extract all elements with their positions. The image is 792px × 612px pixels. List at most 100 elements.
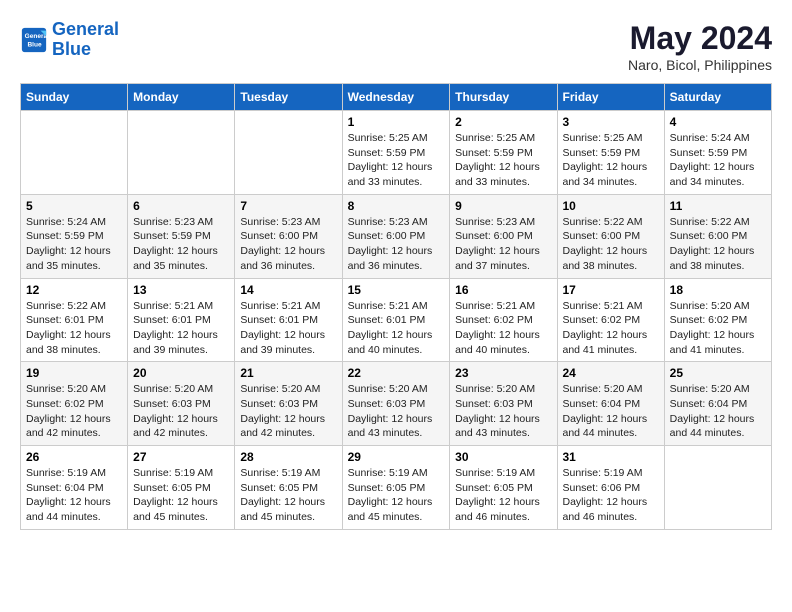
calendar-week-row: 19 Sunrise: 5:20 AM Sunset: 6:02 PM Dayli… (21, 362, 772, 446)
calendar-cell: 3 Sunrise: 5:25 AM Sunset: 5:59 PM Daylig… (557, 111, 664, 195)
calendar-table: SundayMondayTuesdayWednesdayThursdayFrid… (20, 83, 772, 530)
calendar-cell: 1 Sunrise: 5:25 AM Sunset: 5:59 PM Daylig… (342, 111, 450, 195)
day-number: 16 (455, 283, 551, 297)
day-info: Sunrise: 5:20 AM Sunset: 6:04 PM Dayligh… (670, 382, 766, 441)
day-info: Sunrise: 5:21 AM Sunset: 6:01 PM Dayligh… (133, 299, 229, 358)
day-number: 12 (26, 283, 122, 297)
day-info: Sunrise: 5:21 AM Sunset: 6:02 PM Dayligh… (455, 299, 551, 358)
weekday-header: Friday (557, 84, 664, 111)
day-info: Sunrise: 5:23 AM Sunset: 5:59 PM Dayligh… (133, 215, 229, 274)
day-info: Sunrise: 5:23 AM Sunset: 6:00 PM Dayligh… (240, 215, 336, 274)
calendar-cell: 5 Sunrise: 5:24 AM Sunset: 5:59 PM Daylig… (21, 194, 128, 278)
svg-text:Blue: Blue (27, 41, 41, 48)
logo-icon: General Blue (20, 26, 48, 54)
calendar-week-row: 26Sunrise: 5:19 AM Sunset: 6:04 PM Dayli… (21, 446, 772, 530)
logo: General Blue General Blue (20, 20, 119, 60)
day-info: Sunrise: 5:20 AM Sunset: 6:03 PM Dayligh… (240, 382, 336, 441)
weekday-header: Tuesday (235, 84, 342, 111)
day-number: 31 (563, 450, 659, 464)
calendar-cell: 12 Sunrise: 5:22 AM Sunset: 6:01 PM Dayli… (21, 278, 128, 362)
logo-text: General (52, 20, 119, 40)
day-number: 3 (563, 115, 659, 129)
day-info: Sunrise: 5:20 AM Sunset: 6:02 PM Dayligh… (26, 382, 122, 441)
day-number: 19 (26, 366, 122, 380)
day-number: 7 (240, 199, 336, 213)
calendar-cell: 26Sunrise: 5:19 AM Sunset: 6:04 PM Dayli… (21, 446, 128, 530)
day-info: Sunrise: 5:20 AM Sunset: 6:02 PM Dayligh… (670, 299, 766, 358)
calendar-week-row: 12 Sunrise: 5:22 AM Sunset: 6:01 PM Dayli… (21, 278, 772, 362)
day-info: Sunrise: 5:19 AM Sunset: 6:05 PM Dayligh… (133, 466, 229, 525)
logo-text2: Blue (52, 40, 119, 60)
calendar-cell (21, 111, 128, 195)
calendar-cell: 21 Sunrise: 5:20 AM Sunset: 6:03 PM Dayli… (235, 362, 342, 446)
day-number: 8 (348, 199, 445, 213)
calendar-cell: 28 Sunrise: 5:19 AM Sunset: 6:05 PM Dayli… (235, 446, 342, 530)
day-info: Sunrise: 5:20 AM Sunset: 6:03 PM Dayligh… (133, 382, 229, 441)
calendar-cell: 9Sunrise: 5:23 AM Sunset: 6:00 PM Daylig… (450, 194, 557, 278)
day-number: 23 (455, 366, 551, 380)
calendar-cell: 8 Sunrise: 5:23 AM Sunset: 6:00 PM Daylig… (342, 194, 450, 278)
day-number: 21 (240, 366, 336, 380)
calendar-cell: 18 Sunrise: 5:20 AM Sunset: 6:02 PM Dayli… (664, 278, 771, 362)
day-info: Sunrise: 5:25 AM Sunset: 5:59 PM Dayligh… (348, 131, 445, 190)
day-info: Sunrise: 5:22 AM Sunset: 6:00 PM Dayligh… (670, 215, 766, 274)
calendar-cell: 13 Sunrise: 5:21 AM Sunset: 6:01 PM Dayli… (128, 278, 235, 362)
day-info: Sunrise: 5:23 AM Sunset: 6:00 PM Dayligh… (348, 215, 445, 274)
calendar-cell: 31 Sunrise: 5:19 AM Sunset: 6:06 PM Dayli… (557, 446, 664, 530)
calendar-cell: 16 Sunrise: 5:21 AM Sunset: 6:02 PM Dayli… (450, 278, 557, 362)
weekday-header: Saturday (664, 84, 771, 111)
day-number: 4 (670, 115, 766, 129)
day-number: 20 (133, 366, 229, 380)
day-info: Sunrise: 5:22 AM Sunset: 6:01 PM Dayligh… (26, 299, 122, 358)
day-info: Sunrise: 5:21 AM Sunset: 6:01 PM Dayligh… (348, 299, 445, 358)
calendar-cell: 11 Sunrise: 5:22 AM Sunset: 6:00 PM Dayli… (664, 194, 771, 278)
calendar-week-row: 5 Sunrise: 5:24 AM Sunset: 5:59 PM Daylig… (21, 194, 772, 278)
day-number: 11 (670, 199, 766, 213)
day-info: Sunrise: 5:25 AM Sunset: 5:59 PM Dayligh… (563, 131, 659, 190)
day-info: Sunrise: 5:19 AM Sunset: 6:06 PM Dayligh… (563, 466, 659, 525)
day-number: 27 (133, 450, 229, 464)
calendar-week-row: 1 Sunrise: 5:25 AM Sunset: 5:59 PM Daylig… (21, 111, 772, 195)
day-number: 30 (455, 450, 551, 464)
calendar-cell: 15 Sunrise: 5:21 AM Sunset: 6:01 PM Dayli… (342, 278, 450, 362)
day-number: 15 (348, 283, 445, 297)
title-block: May 2024 Naro, Bicol, Philippines (628, 20, 772, 73)
calendar-cell: 20 Sunrise: 5:20 AM Sunset: 6:03 PM Dayli… (128, 362, 235, 446)
day-info: Sunrise: 5:22 AM Sunset: 6:00 PM Dayligh… (563, 215, 659, 274)
calendar-cell: 30Sunrise: 5:19 AM Sunset: 6:05 PM Dayli… (450, 446, 557, 530)
calendar-cell: 17Sunrise: 5:21 AM Sunset: 6:02 PM Dayli… (557, 278, 664, 362)
weekday-header: Thursday (450, 84, 557, 111)
day-info: Sunrise: 5:21 AM Sunset: 6:01 PM Dayligh… (240, 299, 336, 358)
day-number: 14 (240, 283, 336, 297)
calendar-cell (128, 111, 235, 195)
day-number: 17 (563, 283, 659, 297)
page-header: General Blue General Blue May 2024 Naro,… (20, 20, 772, 73)
calendar-cell: 23 Sunrise: 5:20 AM Sunset: 6:03 PM Dayli… (450, 362, 557, 446)
day-number: 13 (133, 283, 229, 297)
calendar-cell: 25Sunrise: 5:20 AM Sunset: 6:04 PM Dayli… (664, 362, 771, 446)
day-number: 2 (455, 115, 551, 129)
calendar-cell: 14 Sunrise: 5:21 AM Sunset: 6:01 PM Dayli… (235, 278, 342, 362)
day-info: Sunrise: 5:20 AM Sunset: 6:03 PM Dayligh… (455, 382, 551, 441)
day-info: Sunrise: 5:24 AM Sunset: 5:59 PM Dayligh… (26, 215, 122, 274)
day-number: 6 (133, 199, 229, 213)
day-info: Sunrise: 5:19 AM Sunset: 6:05 PM Dayligh… (348, 466, 445, 525)
day-info: Sunrise: 5:19 AM Sunset: 6:05 PM Dayligh… (240, 466, 336, 525)
day-number: 9 (455, 199, 551, 213)
day-number: 5 (26, 199, 122, 213)
day-number: 1 (348, 115, 445, 129)
location: Naro, Bicol, Philippines (628, 57, 772, 73)
day-number: 24 (563, 366, 659, 380)
calendar-cell: 10Sunrise: 5:22 AM Sunset: 6:00 PM Dayli… (557, 194, 664, 278)
day-info: Sunrise: 5:24 AM Sunset: 5:59 PM Dayligh… (670, 131, 766, 190)
calendar-cell: 7 Sunrise: 5:23 AM Sunset: 6:00 PM Daylig… (235, 194, 342, 278)
month-year: May 2024 (628, 20, 772, 57)
day-number: 18 (670, 283, 766, 297)
calendar-cell (235, 111, 342, 195)
calendar-cell: 6 Sunrise: 5:23 AM Sunset: 5:59 PM Daylig… (128, 194, 235, 278)
calendar-cell: 24Sunrise: 5:20 AM Sunset: 6:04 PM Dayli… (557, 362, 664, 446)
day-number: 28 (240, 450, 336, 464)
calendar-cell: 27 Sunrise: 5:19 AM Sunset: 6:05 PM Dayli… (128, 446, 235, 530)
day-info: Sunrise: 5:25 AM Sunset: 5:59 PM Dayligh… (455, 131, 551, 190)
weekday-header-row: SundayMondayTuesdayWednesdayThursdayFrid… (21, 84, 772, 111)
